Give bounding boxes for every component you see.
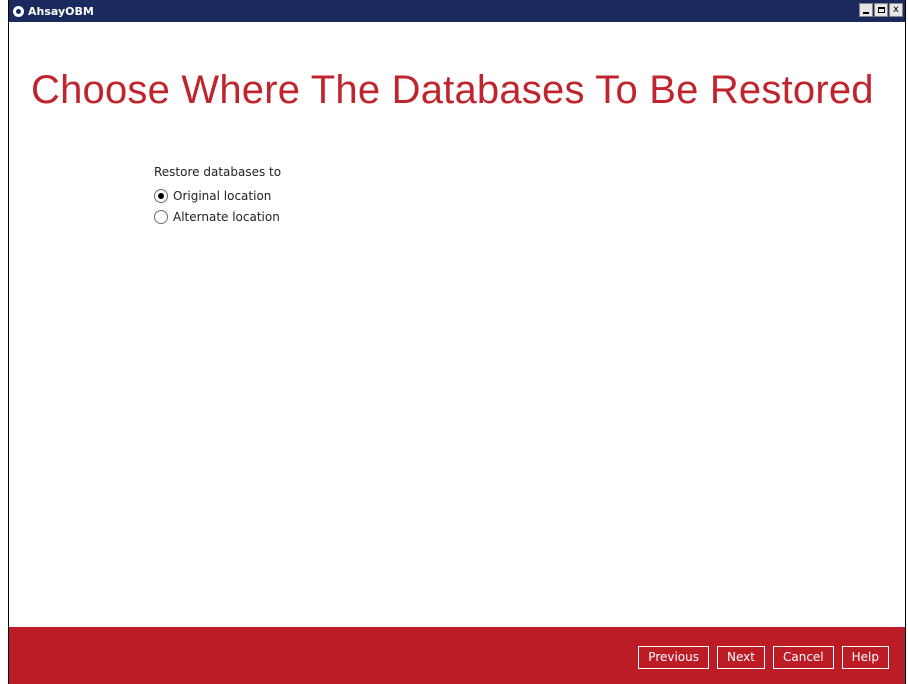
radio-label-alternate: Alternate location (173, 209, 280, 224)
radio-alternate-location[interactable]: Alternate location (154, 206, 281, 227)
app-window: AhsayOBM x Choose Where The Databases To… (8, 0, 906, 684)
footer-bar: Previous Next Cancel Help (9, 627, 905, 684)
footer-buttons: Previous Next Cancel Help (630, 646, 889, 669)
help-button[interactable]: Help (841, 646, 889, 669)
close-icon: x (893, 4, 899, 15)
radio-unselected-icon[interactable] (154, 209, 168, 224)
ahsay-logo-icon (13, 5, 24, 17)
minimize-button[interactable] (859, 3, 873, 17)
restore-location-group: Restore databases to Original location A… (154, 165, 281, 227)
close-button[interactable]: x (889, 3, 903, 17)
radio-original-location[interactable]: Original location (154, 185, 281, 206)
window-controls: x (858, 3, 903, 17)
radio-label-original: Original location (173, 188, 272, 203)
next-button[interactable]: Next (717, 646, 765, 669)
minimize-icon (863, 12, 869, 14)
maximize-button[interactable] (874, 3, 888, 17)
title-bar[interactable]: AhsayOBM x (9, 0, 905, 22)
restore-group-label: Restore databases to (154, 165, 282, 179)
radio-selected-icon[interactable] (154, 188, 168, 203)
maximize-icon (877, 7, 885, 13)
cancel-button[interactable]: Cancel (772, 646, 834, 669)
page-title: Choose Where The Databases To Be Restore… (31, 68, 874, 112)
window-title: AhsayOBM (28, 4, 94, 18)
previous-button[interactable]: Previous (638, 646, 710, 669)
